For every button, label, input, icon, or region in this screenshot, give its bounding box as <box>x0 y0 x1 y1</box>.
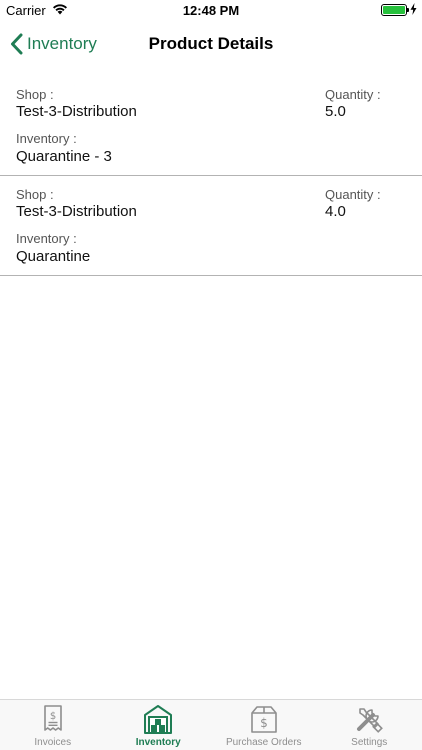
tab-purchase-orders[interactable]: $ Purchase Orders <box>211 700 317 750</box>
shop-value: Test-3-Distribution <box>16 103 137 120</box>
product-details-list: Shop : Test-3-Distribution Quantity : 5.… <box>0 76 422 276</box>
inventory-label: Inventory : <box>16 131 77 146</box>
battery-fill <box>383 6 405 14</box>
battery-cap <box>407 8 409 12</box>
quantity-label: Quantity : <box>325 187 381 202</box>
tab-settings[interactable]: Settings <box>317 700 422 750</box>
list-item[interactable]: Shop : Test-3-Distribution Quantity : 4.… <box>0 176 422 276</box>
shop-value: Test-3-Distribution <box>16 203 137 220</box>
tab-label: Settings <box>351 737 388 748</box>
charging-bolt-icon <box>410 3 417 15</box>
tab-label: Purchase Orders <box>225 737 302 748</box>
quantity-label: Quantity : <box>325 87 381 102</box>
shop-label: Shop : <box>16 187 54 202</box>
tab-inventory[interactable]: Inventory <box>106 700 212 750</box>
tab-invoices[interactable]: $ Invoices <box>0 700 106 750</box>
dollar-box-icon: $ <box>250 706 277 733</box>
tab-label: Inventory <box>135 737 181 748</box>
shop-label: Shop : <box>16 87 54 102</box>
invoice-icon: $ <box>43 705 62 731</box>
warehouse-icon <box>144 705 173 734</box>
battery-icon <box>381 4 409 16</box>
quantity-value: 5.0 <box>325 103 346 120</box>
inventory-value: Quarantine - 3 <box>16 148 112 165</box>
list-item[interactable]: Shop : Test-3-Distribution Quantity : 5.… <box>0 76 422 176</box>
status-bar: Carrier 12:48 PM <box>0 0 422 22</box>
tab-label: Invoices <box>34 737 72 748</box>
svg-text:$: $ <box>50 711 56 722</box>
navigation-bar: Inventory Product Details <box>0 22 422 66</box>
tools-icon <box>357 708 384 733</box>
inventory-label: Inventory : <box>16 231 77 246</box>
inventory-value: Quarantine <box>16 248 91 265</box>
quantity-value: 4.0 <box>325 203 346 220</box>
svg-text:$: $ <box>260 716 268 730</box>
page-title: Product Details <box>148 34 274 53</box>
tab-bar: $ Invoices Inventory $ Purchase Orders S… <box>0 699 422 750</box>
status-time: 12:48 PM <box>182 3 240 18</box>
